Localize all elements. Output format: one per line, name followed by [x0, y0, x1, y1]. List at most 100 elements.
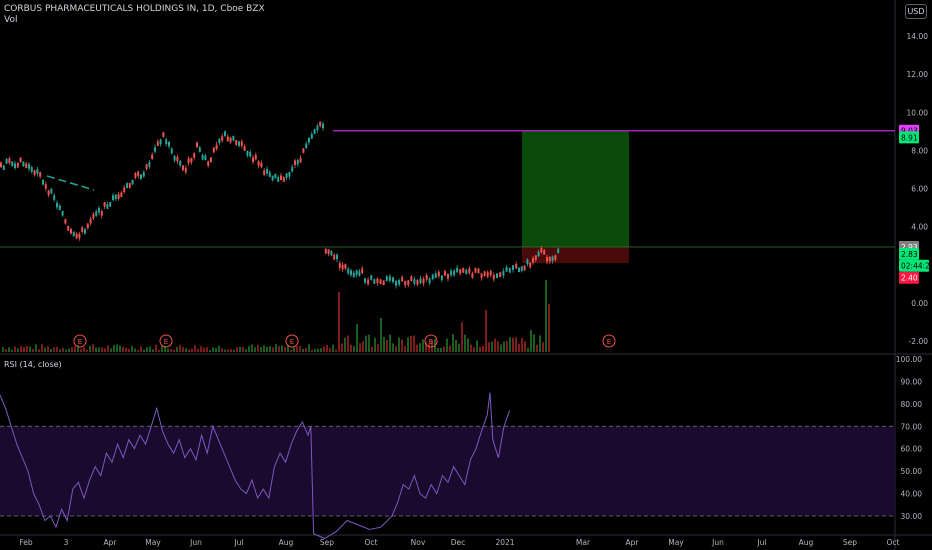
price-label-text: 2.40	[901, 274, 918, 283]
volume-bar	[506, 341, 508, 352]
candle-body	[313, 129, 316, 134]
candle-body	[540, 247, 543, 253]
candle-body	[450, 270, 453, 276]
price-tick-label: 4.00	[911, 223, 928, 232]
candle-body	[249, 151, 252, 157]
candle-body	[496, 273, 498, 279]
volume-bar	[14, 346, 16, 352]
volume-bar	[29, 346, 31, 352]
price-tick-label: -2.00	[909, 337, 929, 346]
candle-body	[114, 194, 117, 200]
candle-body	[344, 264, 347, 269]
volume-bar	[284, 346, 286, 352]
volume-bar	[263, 345, 265, 352]
candle-body	[16, 162, 19, 168]
candle-body	[42, 179, 44, 185]
currency-button[interactable]: USD	[905, 4, 927, 19]
candle-body	[518, 267, 520, 273]
candle-body	[184, 167, 187, 173]
candle-body	[440, 275, 443, 280]
volume-bar	[203, 347, 205, 352]
volume-bar	[206, 347, 208, 352]
volume-bar	[299, 345, 301, 352]
volume-bar	[182, 347, 184, 352]
volume-bar	[125, 348, 127, 352]
volume-bar	[452, 334, 454, 352]
candle-body	[142, 171, 145, 177]
volume-bar	[248, 346, 250, 352]
volume-bar	[23, 347, 25, 352]
volume-bar	[119, 345, 121, 352]
volume-bar	[86, 349, 88, 352]
volume-bar	[482, 345, 484, 352]
volume-bar	[491, 341, 493, 352]
volume-bar	[158, 349, 160, 352]
candle-body	[324, 249, 327, 254]
time-tick-label: Apr	[626, 538, 640, 547]
volume-bar	[239, 346, 241, 352]
chart-canvas[interactable]: 14.0012.0010.008.006.004.002.000.00-2.00…	[0, 0, 932, 550]
candle-body	[179, 161, 182, 166]
volume-bar	[185, 348, 187, 352]
candle-body	[316, 125, 319, 131]
candle-body	[471, 273, 474, 278]
candle-body	[210, 157, 212, 163]
earnings-marker-label: E	[429, 338, 433, 346]
time-tick-label: May	[668, 538, 684, 547]
volume-bar	[467, 338, 469, 352]
volume-bar	[266, 346, 268, 352]
candle-body	[499, 272, 502, 277]
candle-body	[112, 195, 114, 200]
candle-body	[156, 141, 159, 146]
volume-bar	[437, 347, 439, 352]
volume-bar	[251, 344, 253, 352]
candle-body	[347, 268, 350, 274]
candle-body	[151, 154, 154, 160]
candle-body	[385, 276, 388, 281]
candle-body	[126, 183, 128, 188]
volume-bar	[338, 292, 340, 352]
volume-bar	[332, 344, 334, 352]
candle-body	[474, 268, 477, 273]
time-tick-label: 3	[64, 538, 69, 547]
volume-bar	[542, 342, 544, 352]
volume-bar	[224, 349, 226, 352]
volume-bar	[548, 304, 550, 352]
volume-bar	[227, 349, 229, 352]
candle-body	[28, 164, 30, 169]
time-tick-label: Dec	[451, 538, 466, 547]
candle-body	[523, 265, 526, 271]
candle-body	[252, 157, 254, 162]
volume-bar	[446, 338, 448, 352]
rsi-label: RSI (14, close)	[4, 360, 62, 369]
candle-body	[446, 274, 449, 279]
time-tick-label: Jul	[756, 538, 766, 547]
candle-body	[109, 202, 112, 207]
candle-body	[72, 231, 75, 237]
candle-body	[548, 256, 551, 262]
volume-bar	[11, 349, 13, 352]
candle-body	[502, 271, 505, 276]
volume-bar	[323, 346, 325, 352]
candle-body	[376, 278, 379, 284]
volume-bar	[122, 346, 124, 352]
candle-body	[373, 279, 376, 284]
time-tick-label: Jun	[711, 538, 724, 547]
candle-body	[271, 175, 274, 181]
candle-body	[305, 143, 308, 149]
candle-body	[8, 158, 11, 164]
volume-bar	[365, 335, 367, 352]
volume-bar	[134, 348, 136, 352]
candle-body	[459, 269, 462, 274]
candle-body	[364, 278, 366, 283]
rsi-band	[0, 426, 895, 516]
time-tick-label: Oct	[365, 538, 378, 547]
volume-bar	[362, 341, 364, 352]
volume-bar	[395, 346, 397, 352]
candle-body	[56, 202, 58, 208]
candle-body	[243, 146, 246, 151]
volume-bar	[449, 345, 451, 352]
candle-body	[224, 131, 226, 136]
candle-body	[64, 219, 67, 224]
volume-bar	[353, 346, 355, 352]
